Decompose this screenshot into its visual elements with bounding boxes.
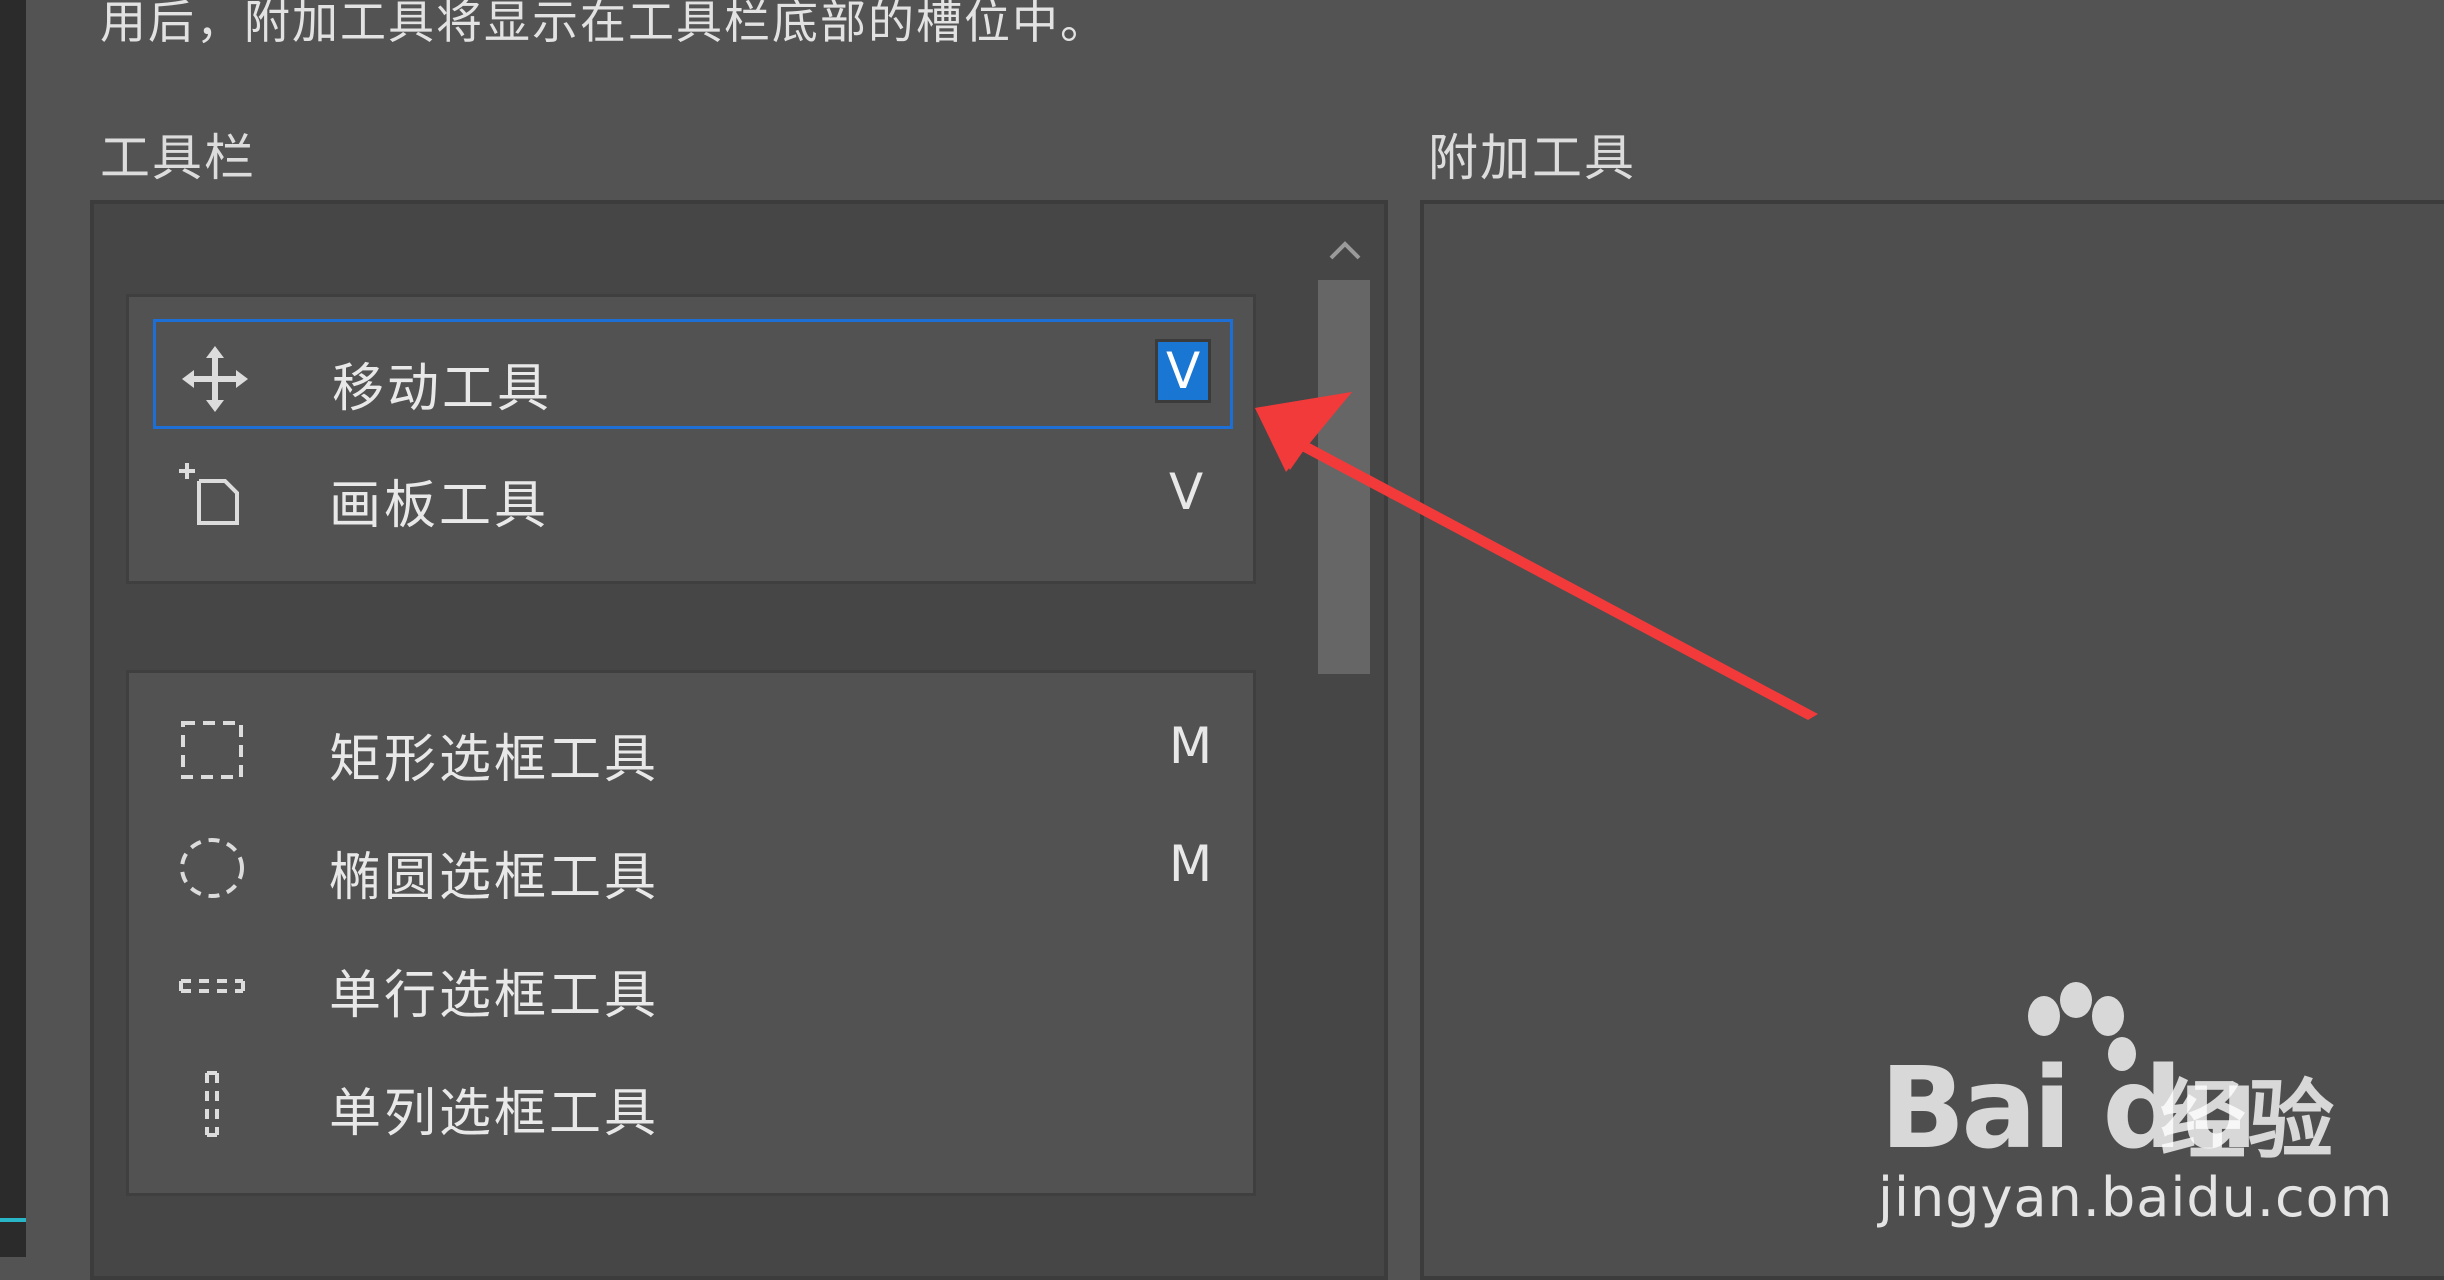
tool-shortcut[interactable]: V bbox=[1169, 463, 1203, 521]
left-accent-line bbox=[0, 1218, 26, 1222]
tool-label: 椭圆选框工具 bbox=[329, 848, 660, 908]
artboard-icon bbox=[179, 463, 239, 525]
move-icon bbox=[182, 346, 248, 412]
tool-row-rectangular-marquee[interactable]: 矩形选框工具 M bbox=[153, 693, 1233, 803]
elliptical-marquee-icon bbox=[180, 838, 244, 898]
tool-row-elliptical-marquee[interactable]: 椭圆选框工具 M bbox=[153, 811, 1233, 921]
tool-shortcut[interactable]: M bbox=[1169, 835, 1212, 893]
extra-tools-section-label: 附加工具 bbox=[1428, 129, 1636, 187]
tool-row-single-row-marquee[interactable]: 单行选框工具 bbox=[153, 929, 1233, 1039]
instruction-text: 用后，附加工具将显示在工具栏底部的槽位中。 bbox=[100, 0, 1108, 49]
baidu-jingyan-watermark: Bai du 经验 jingyan.baidu.com bbox=[1860, 982, 2420, 1230]
tool-label: 移动工具 bbox=[332, 359, 553, 419]
tool-shortcut[interactable]: V bbox=[1154, 339, 1212, 403]
tool-label: 单行选框工具 bbox=[329, 966, 660, 1026]
left-edge-strip bbox=[0, 0, 26, 1257]
tool-shortcut[interactable]: M bbox=[1169, 717, 1212, 775]
scrollbar-thumb[interactable] bbox=[1318, 280, 1370, 674]
customize-toolbar-dialog: 用后，附加工具将显示在工具栏底部的槽位中。 工具栏 附加工具 移动工具 V 画板… bbox=[0, 0, 2444, 1280]
tool-label: 画板工具 bbox=[329, 476, 550, 536]
single-row-marquee-icon bbox=[179, 979, 245, 993]
watermark-cn: 经验 bbox=[2160, 1071, 2336, 1171]
toolbar-section-label: 工具栏 bbox=[100, 129, 256, 187]
tool-row-artboard[interactable]: 画板工具 V bbox=[153, 439, 1233, 549]
tool-row-move[interactable]: 移动工具 V bbox=[153, 319, 1233, 429]
tool-label: 矩形选框工具 bbox=[329, 730, 660, 790]
tool-label: 单列选框工具 bbox=[329, 1084, 660, 1144]
rectangular-marquee-icon bbox=[181, 721, 243, 779]
tool-group-marquee: 矩形选框工具 M 椭圆选框工具 M 单行选框工具 单列选框工具 bbox=[126, 670, 1256, 1196]
watermark-url: jingyan.baidu.com bbox=[1878, 1166, 2394, 1229]
tool-group-move: 移动工具 V 画板工具 V bbox=[126, 294, 1256, 584]
single-column-marquee-icon bbox=[205, 1071, 219, 1137]
scroll-up-arrow-icon[interactable] bbox=[1325, 232, 1365, 268]
tool-row-single-column-marquee[interactable]: 单列选框工具 bbox=[153, 1047, 1233, 1157]
